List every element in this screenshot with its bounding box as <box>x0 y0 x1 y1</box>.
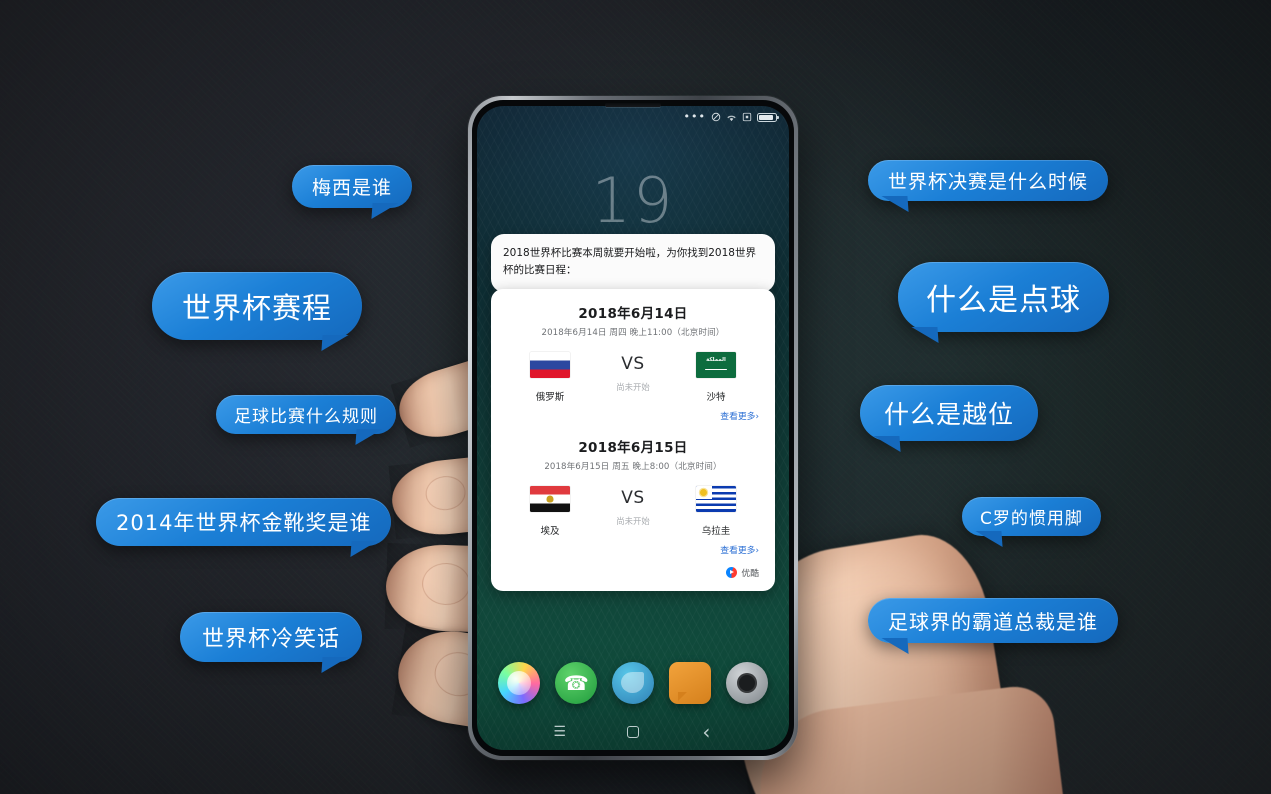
vs-label: VS <box>621 488 645 508</box>
suggestion-bubble-rules[interactable]: 足球比赛什么规则 <box>216 395 396 434</box>
flag-saudi-script: المملكة <box>706 357 726 363</box>
match-date-title: 2018年6月14日 <box>578 306 688 322</box>
suggestion-bubble-offside[interactable]: 什么是越位 <box>860 385 1039 441</box>
card-source-label: 优酷 <box>741 569 759 579</box>
suggestion-bubble-golden-boot[interactable]: 2014年世界杯金靴奖是谁 <box>96 498 392 546</box>
app-icon-messages[interactable] <box>668 662 711 704</box>
match-status: 尚未开始 <box>616 516 650 526</box>
status-dots-icon: ••• <box>683 110 706 123</box>
suggestion-bubble-joke[interactable]: 世界杯冷笑话 <box>180 612 363 662</box>
match-row: 2018年6月15日 2018年6月15日 周五 晚上8:00（北京时间） 埃及… <box>505 436 761 558</box>
mute-icon <box>711 112 721 122</box>
scene: ••• 19 2018世界杯比赛本周就要开始啦，为你找到2018世界杯的比赛日程… <box>0 0 1271 794</box>
signal-icon <box>742 112 752 122</box>
chevron-right-icon: › <box>755 412 759 422</box>
app-icon-phone[interactable] <box>555 662 598 704</box>
battery-icon <box>757 112 779 122</box>
home-team-name: 俄罗斯 <box>535 392 565 403</box>
away-team-name: 乌拉圭 <box>701 526 731 537</box>
away-team-name: 沙特 <box>706 392 726 403</box>
view-more-label: 查看更多 <box>720 412 756 422</box>
home-team: 埃及 <box>511 486 589 537</box>
home-icon[interactable] <box>620 722 646 742</box>
phone-screen[interactable]: ••• 19 2018世界杯比赛本周就要开始啦，为你找到2018世界杯的比赛日程… <box>477 106 789 750</box>
app-dock <box>477 662 789 704</box>
card-source: 优酷 <box>505 558 761 585</box>
app-icon-camera[interactable] <box>498 662 541 704</box>
assistant-message-bubble: 2018世界杯比赛本周就要开始啦，为你找到2018世界杯的比赛日程： <box>491 234 775 292</box>
back-icon[interactable]: ‹ <box>693 722 719 742</box>
view-more-label: 查看更多 <box>720 546 756 556</box>
chevron-right-icon: › <box>755 546 759 556</box>
suggestion-bubble-penalty[interactable]: 什么是点球 <box>898 262 1109 332</box>
match-date-subtitle: 2018年6月14日 周四 晚上11:00（北京时间） <box>541 328 725 338</box>
suggestion-bubble-foot[interactable]: C罗的惯用脚 <box>962 497 1101 536</box>
suggestion-bubble-final[interactable]: 世界杯决赛是什么时候 <box>868 160 1109 201</box>
flag-egypt-icon <box>530 486 570 512</box>
view-more-link[interactable]: 查看更多› <box>505 537 761 556</box>
home-team: 俄罗斯 <box>511 352 589 403</box>
flag-uruguay-icon <box>696 486 736 512</box>
flag-saudi-arabia-icon: المملكة <box>696 352 736 378</box>
suggestion-bubble-schedule[interactable]: 世界杯赛程 <box>152 272 363 340</box>
suggestion-bubble-boss[interactable]: 足球界的霸道总裁是谁 <box>868 598 1118 643</box>
match-date-title: 2018年6月15日 <box>578 440 688 456</box>
match-status: 尚未开始 <box>616 382 650 392</box>
view-more-link[interactable]: 查看更多› <box>505 403 761 422</box>
app-icon-settings[interactable] <box>725 662 768 704</box>
match-date-subtitle: 2018年6月15日 周五 晚上8:00（北京时间） <box>544 462 722 472</box>
wifi-icon <box>726 113 737 122</box>
flag-russia-icon <box>530 352 570 378</box>
navigation-bar: ☰ ‹ <box>477 722 789 742</box>
world-cup-schedule-card[interactable]: 2018年6月14日 2018年6月14日 周四 晚上11:00（北京时间） 俄… <box>491 289 775 591</box>
lockscreen-clock: 19 <box>591 164 675 237</box>
home-team-name: 埃及 <box>540 526 560 537</box>
match-vs: VS 尚未开始 <box>593 486 673 527</box>
earpiece-speaker <box>605 103 661 107</box>
match-row: 2018年6月14日 2018年6月14日 周四 晚上11:00（北京时间） 俄… <box>505 302 761 424</box>
phone-bezel: ••• 19 2018世界杯比赛本周就要开始啦，为你找到2018世界杯的比赛日程… <box>472 100 794 756</box>
away-team: المملكة 沙特 <box>677 352 755 403</box>
suggestion-bubble-messi[interactable]: 梅西是谁 <box>292 165 413 208</box>
app-icon-browser[interactable] <box>611 662 654 704</box>
match-vs: VS 尚未开始 <box>593 352 673 393</box>
phone-device: ••• 19 2018世界杯比赛本周就要开始啦，为你找到2018世界杯的比赛日程… <box>468 96 798 760</box>
status-bar: ••• <box>683 110 779 123</box>
youku-logo-icon <box>726 567 738 578</box>
away-team: 乌拉圭 <box>677 486 755 537</box>
vs-label: VS <box>621 354 645 374</box>
menu-icon[interactable]: ☰ <box>547 722 573 742</box>
